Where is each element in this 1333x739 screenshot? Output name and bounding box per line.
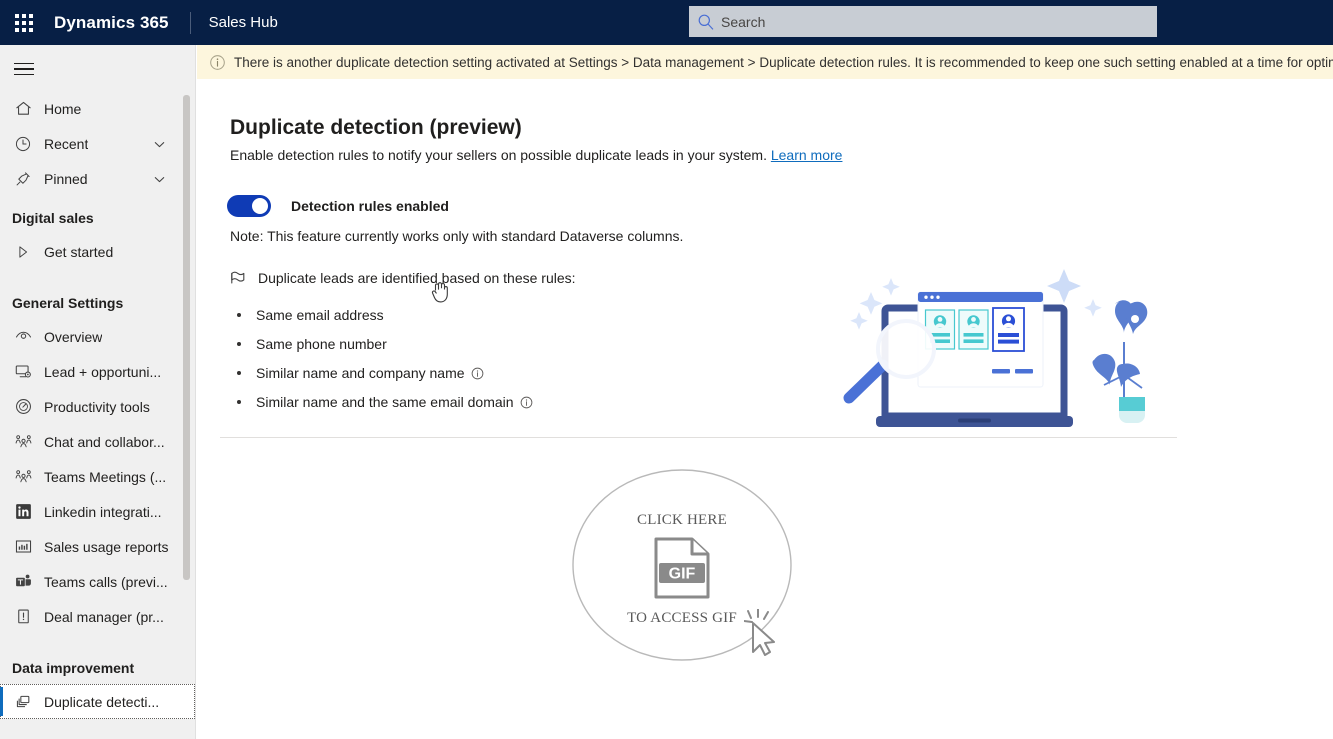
rule-item: Similar name and company name <box>237 365 484 381</box>
app-launcher-icon[interactable] <box>0 0 48 45</box>
notification-banner: There is another duplicate detection set… <box>197 45 1333 79</box>
sidebar-item-linkedin-integration[interactable]: Linkedin integrati... <box>0 494 195 529</box>
clock-icon <box>12 133 34 155</box>
rule-label: Same email address <box>256 307 384 323</box>
sidebar-item-label: Overview <box>44 328 103 345</box>
info-icon <box>210 54 225 70</box>
sidebar-item-label: Pinned <box>44 170 88 187</box>
sidebar-item-label: Teams calls (previ... <box>44 573 168 590</box>
linkedin-icon <box>12 501 34 523</box>
gif-file-icon[interactable]: GIF <box>654 537 710 599</box>
bullet-icon <box>237 371 241 375</box>
sidebar-item-label: Recent <box>44 135 89 152</box>
toggle-knob <box>252 198 268 214</box>
rule-item: Similar name and the same email domain <box>237 394 533 410</box>
dataverse-note: Note: This feature currently works only … <box>230 228 684 244</box>
gauge-icon <box>12 396 34 418</box>
sidebar-group-general-settings: General Settings <box>12 295 124 311</box>
app-title[interactable]: Sales Hub <box>209 14 278 31</box>
brand-title[interactable]: Dynamics 365 <box>54 13 169 33</box>
click-cursor-icon <box>744 609 775 656</box>
page-subtitle-text: Enable detection rules to notify your se… <box>230 147 767 163</box>
sidebar-item-label: Teams Meetings (... <box>44 468 167 485</box>
alert-doc-icon <box>12 606 34 628</box>
sidebar-item-label: Home <box>44 100 82 117</box>
bullet-icon <box>237 313 241 317</box>
sidebar-item-label: Deal manager (pr... <box>44 608 164 625</box>
info-icon[interactable] <box>520 396 533 409</box>
chevron-down-icon[interactable] <box>153 173 165 185</box>
teams-icon <box>12 571 34 593</box>
sidebar-item-recent[interactable]: Recent <box>0 126 195 161</box>
sidebar-item-get-started[interactable]: Get started <box>0 234 195 269</box>
rule-item: Same email address <box>237 307 384 323</box>
rules-heading-text: Duplicate leads are identified based on … <box>258 270 576 286</box>
sidebar-group-digital-sales: Digital sales <box>12 210 94 226</box>
sidebar-item-teams-calls[interactable]: Teams calls (previ... <box>0 564 195 599</box>
sidebar-item-deal-manager[interactable]: Deal manager (pr... <box>0 599 195 634</box>
tag-icon <box>231 271 245 284</box>
bullet-icon <box>237 342 241 346</box>
detection-rules-toggle-label: Detection rules enabled <box>291 198 449 214</box>
sidebar-item-label: Linkedin integrati... <box>44 503 162 520</box>
sidebar-item-sales-usage-reports[interactable]: Sales usage reports <box>0 529 195 564</box>
sidebar-item-productivity-tools[interactable]: Productivity tools <box>0 389 195 424</box>
top-navigation-bar: Dynamics 365 Sales Hub Search <box>0 0 1333 45</box>
search-input[interactable]: Search <box>689 6 1157 37</box>
sidebar-item-teams-meetings[interactable]: Teams Meetings (... <box>0 459 195 494</box>
chevron-down-icon[interactable] <box>153 138 165 150</box>
sidebar-item-pinned[interactable]: Pinned <box>0 161 195 196</box>
rule-item: Same phone number <box>237 336 387 352</box>
eye-icon <box>12 326 34 348</box>
sidebar-item-chat-collaboration[interactable]: Chat and collabor... <box>0 424 195 459</box>
bullet-icon <box>237 400 241 404</box>
sidebar-item-home[interactable]: Home <box>0 91 195 126</box>
rule-label: Similar name and the same email domain <box>256 394 514 410</box>
rule-label: Similar name and company name <box>256 365 465 381</box>
section-divider <box>220 437 1177 438</box>
sidebar-item-lead-opportunity[interactable]: Lead + opportuni... <box>0 354 195 389</box>
sidebar-item-label: Sales usage reports <box>44 538 169 555</box>
sidebar-item-overview[interactable]: Overview <box>0 319 195 354</box>
sidebar-item-label: Get started <box>44 243 114 260</box>
page-subtitle: Enable detection rules to notify your se… <box>230 147 842 163</box>
detection-rules-toggle-row: Detection rules enabled <box>227 195 449 217</box>
people-icon <box>12 466 34 488</box>
gif-top-label: CLICK HERE <box>637 512 727 528</box>
search-icon <box>698 14 714 30</box>
bar-chart-icon <box>12 536 34 558</box>
access-gif-card[interactable]: CLICK HERE GIF TO ACCESS GIF <box>570 467 800 672</box>
left-navigation-sidebar: Home Recent Pinned Digital sales Get sta… <box>0 45 196 739</box>
rule-label: Same phone number <box>256 336 387 352</box>
brand-divider <box>189 11 191 34</box>
sidebar-item-label: Duplicate detecti... <box>44 693 160 710</box>
rules-heading: Duplicate leads are identified based on … <box>230 269 576 287</box>
sidebar-scrollbar-thumb[interactable] <box>183 95 190 580</box>
page-title: Duplicate detection (preview) <box>230 116 522 139</box>
sidebar-item-label: Lead + opportuni... <box>44 363 162 380</box>
detection-rules-toggle[interactable] <box>227 195 271 217</box>
hamburger-menu-icon[interactable] <box>0 47 48 91</box>
sidebar-item-label: Productivity tools <box>44 398 150 415</box>
lead-settings-icon <box>12 361 34 383</box>
info-icon[interactable] <box>471 367 484 380</box>
duplicate-leads-illustration <box>843 269 1148 427</box>
learn-more-link[interactable]: Learn more <box>771 147 843 163</box>
search-placeholder: Search <box>721 13 766 30</box>
svg-text:GIF: GIF <box>669 566 696 583</box>
duplicate-copies-icon <box>12 691 34 713</box>
people-icon <box>12 431 34 453</box>
pin-icon <box>12 168 34 190</box>
sidebar-item-duplicate-detection[interactable]: Duplicate detecti... <box>0 684 195 719</box>
main-content-area: Duplicate detection (preview) Enable det… <box>197 79 1333 739</box>
sidebar-group-data-improvement: Data improvement <box>12 660 135 676</box>
home-icon <box>12 98 34 120</box>
sidebar-item-label: Chat and collabor... <box>44 433 165 450</box>
notification-text: There is another duplicate detection set… <box>234 54 1333 70</box>
play-triangle-icon <box>12 241 34 263</box>
